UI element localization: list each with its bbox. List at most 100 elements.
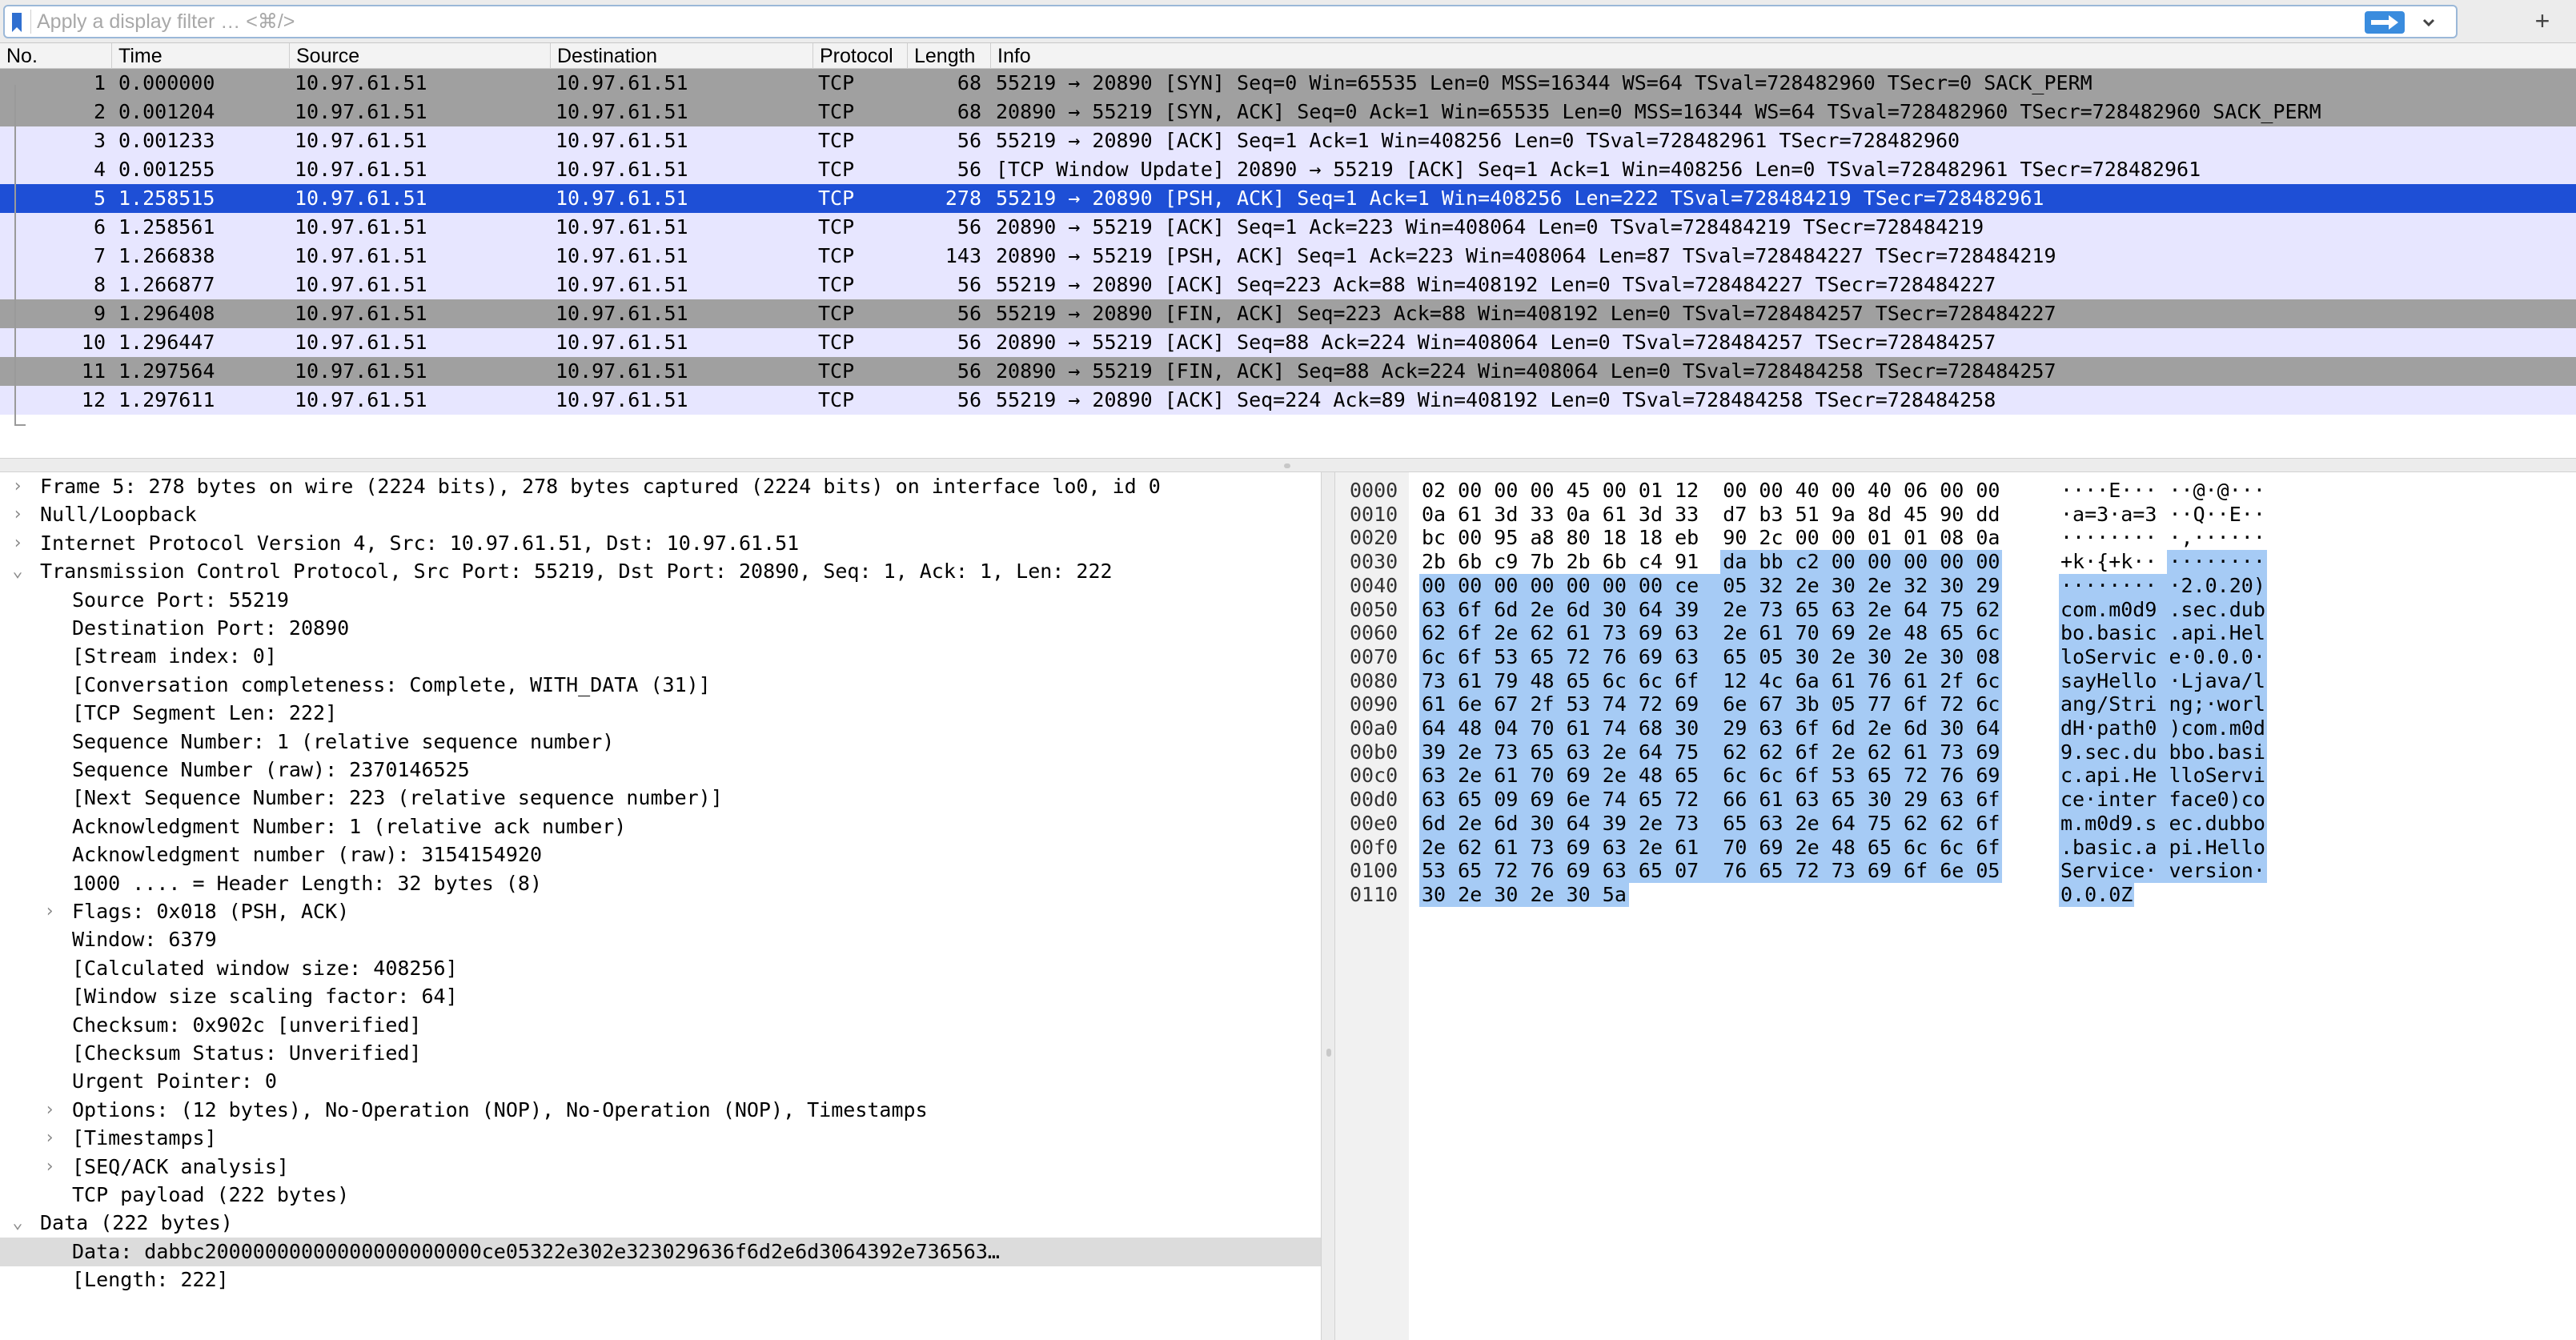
tree-field[interactable]: Data: dabbc20000000000000000000000ce0532…: [0, 1237, 1321, 1266]
tree-field[interactable]: › Options: (12 bytes), No-Operation (NOP)…: [0, 1096, 1321, 1125]
packet-row[interactable]: 9 1.296408 10.97.61.51 10.97.61.51 TCP 56 5521…: [0, 299, 2576, 328]
hex-bytes[interactable]: 61 6e 67 2f 53 74 72 69 6e 67 3b 05 77 6…: [1422, 692, 2000, 716]
ascii-bytes[interactable]: ········ ·,······: [2060, 526, 2265, 550]
apply-filter-button[interactable]: [2365, 11, 2405, 34]
tree-field[interactable]: Acknowledgment Number: 1 (relative ack n…: [0, 812, 1321, 841]
column-header-protocol[interactable]: Protocol: [813, 43, 908, 69]
tree-field[interactable]: [Next Sequence Number: 223 (relative seq…: [0, 784, 1321, 812]
hex-bytes[interactable]: 2b 6b c9 7b 2b 6b c4 91 da bb c2 00 00 0…: [1422, 550, 2000, 574]
packet-row[interactable]: 8 1.266877 10.97.61.51 10.97.61.51 TCP 56 5521…: [0, 271, 2576, 299]
chevron-right-icon[interactable]: ›: [40, 1096, 59, 1125]
packet-row[interactable]: 3 0.001233 10.97.61.51 10.97.61.51 TCP 56 5521…: [0, 126, 2576, 155]
hex-bytes[interactable]: bc 00 95 a8 80 18 18 eb 90 2c 00 00 01 0…: [1422, 526, 2000, 550]
tree-field[interactable]: Sequence Number: 1 (relative sequence nu…: [0, 728, 1321, 756]
chevron-right-icon[interactable]: ›: [40, 897, 59, 926]
ascii-bytes[interactable]: c.api.He lloServi: [2060, 764, 2265, 788]
ascii-bytes[interactable]: 9.sec.du bbo.basi: [2060, 740, 2265, 764]
hex-bytes[interactable]: 63 65 09 69 6e 74 65 72 66 61 63 65 30 2…: [1422, 788, 2000, 812]
tree-section[interactable]: ⌄ Transmission Control Protocol, Src Port…: [0, 557, 1321, 586]
packet-bytes-pane[interactable]: 0000 02 00 00 00 45 00 01 12 00 00 40 00 …: [1335, 472, 2576, 1340]
column-header-no[interactable]: No.: [0, 43, 112, 69]
hex-bytes[interactable]: 02 00 00 00 45 00 01 12 00 00 40 00 40 0…: [1422, 479, 2000, 503]
tree-section[interactable]: ⌄ Data (222 bytes): [0, 1209, 1321, 1238]
tree-field[interactable]: [Calculated window size: 408256]: [0, 954, 1321, 983]
tree-field[interactable]: 1000 .... = Header Length: 32 bytes (8): [0, 869, 1321, 898]
tree-field[interactable]: Urgent Pointer: 0: [0, 1067, 1321, 1096]
tree-field[interactable]: TCP payload (222 bytes): [0, 1181, 1321, 1210]
chevron-down-icon[interactable]: ⌄: [8, 557, 27, 586]
hex-bytes[interactable]: 0a 61 3d 33 0a 61 3d 33 d7 b3 51 9a 8d 4…: [1422, 503, 2000, 527]
ascii-bytes[interactable]: loServic e·0.0.0·: [2060, 645, 2265, 669]
tree-field[interactable]: [Stream index: 0]: [0, 642, 1321, 671]
ascii-bytes[interactable]: +k·{+k·· ········: [2060, 550, 2265, 574]
ascii-bytes[interactable]: Service· version·: [2060, 859, 2265, 883]
tree-field[interactable]: [Conversation completeness: Complete, WI…: [0, 671, 1321, 700]
chevron-right-icon[interactable]: ›: [8, 529, 27, 558]
ascii-bytes[interactable]: com.m0d9 .sec.dub: [2060, 598, 2265, 622]
hex-bytes[interactable]: 30 2e 30 2e 30 5a: [1422, 883, 1627, 907]
hex-bytes[interactable]: 62 6f 2e 62 61 73 69 63 2e 61 70 69 2e 4…: [1422, 621, 2000, 645]
ascii-bytes[interactable]: bo.basic .api.Hel: [2060, 621, 2265, 645]
ascii-bytes[interactable]: dH·path0 )com.m0d: [2060, 716, 2265, 740]
tree-field[interactable]: [Window size scaling factor: 64]: [0, 982, 1321, 1011]
column-header-destination[interactable]: Destination: [551, 43, 813, 69]
packet-details-tree[interactable]: › Frame 5: 278 bytes on wire (2224 bits),…: [0, 472, 1321, 1340]
tree-section[interactable]: › Frame 5: 278 bytes on wire (2224 bits),…: [0, 472, 1321, 501]
tree-field[interactable]: Destination Port: 20890: [0, 614, 1321, 643]
tree-field[interactable]: › Flags: 0x018 (PSH, ACK): [0, 897, 1321, 926]
filter-history-dropdown[interactable]: [2414, 11, 2443, 34]
ascii-bytes[interactable]: ang/Stri ng;·worl: [2060, 692, 2265, 716]
hex-bytes[interactable]: 64 48 04 70 61 74 68 30 29 63 6f 6d 2e 6…: [1422, 716, 2000, 740]
chevron-right-icon[interactable]: ›: [8, 500, 27, 529]
column-header-info[interactable]: Info: [991, 43, 2576, 69]
tree-field[interactable]: Checksum: 0x902c [unverified]: [0, 1011, 1321, 1040]
ascii-bytes[interactable]: 0.0.0Z: [2060, 883, 2133, 907]
ascii-bytes[interactable]: m.m0d9.s ec.dubbo: [2060, 812, 2265, 836]
column-header-length[interactable]: Length: [908, 43, 991, 69]
ascii-bytes[interactable]: ·a=3·a=3 ··Q··E··: [2060, 503, 2265, 527]
tree-field[interactable]: › [SEQ/ACK analysis]: [0, 1153, 1321, 1182]
tree-field[interactable]: [TCP Segment Len: 222]: [0, 699, 1321, 728]
column-header-source[interactable]: Source: [290, 43, 551, 69]
column-header-time[interactable]: Time: [112, 43, 290, 69]
hex-bytes[interactable]: 53 65 72 76 69 63 65 07 76 65 72 73 69 6…: [1422, 859, 2000, 883]
ascii-bytes[interactable]: ········ ·2.0.20): [2060, 574, 2265, 598]
hex-bytes[interactable]: 73 61 79 48 65 6c 6c 6f 12 4c 6a 61 76 6…: [1422, 669, 2000, 693]
add-filter-button[interactable]: +: [2525, 5, 2560, 37]
tree-field[interactable]: [Length: 222]: [0, 1266, 1321, 1294]
packet-list[interactable]: 1 0.000000 10.97.61.51 10.97.61.51 TCP 68 5521…: [0, 69, 2576, 458]
chevron-right-icon[interactable]: ›: [40, 1124, 59, 1153]
ascii-bytes[interactable]: ce·inter face0)co: [2060, 788, 2265, 812]
tree-section[interactable]: › Internet Protocol Version 4, Src: 10.97…: [0, 529, 1321, 558]
hex-bytes[interactable]: 63 2e 61 70 69 2e 48 65 6c 6c 6f 53 65 7…: [1422, 764, 2000, 788]
hex-bytes[interactable]: 2e 62 61 73 69 63 2e 61 70 69 2e 48 65 6…: [1422, 836, 2000, 860]
chevron-down-icon[interactable]: ⌄: [8, 1209, 27, 1238]
display-filter-input[interactable]: [37, 9, 2358, 34]
hex-bytes[interactable]: 39 2e 73 65 63 2e 64 75 62 62 6f 2e 62 6…: [1422, 740, 2000, 764]
tree-field[interactable]: › [Timestamps]: [0, 1124, 1321, 1153]
tree-field[interactable]: Window: 6379: [0, 925, 1321, 954]
tree-field[interactable]: Acknowledgment number (raw): 3154154920: [0, 841, 1321, 869]
ascii-bytes[interactable]: .basic.a pi.Hello: [2060, 836, 2265, 860]
hex-bytes[interactable]: 63 6f 6d 2e 6d 30 64 39 2e 73 65 63 2e 6…: [1422, 598, 2000, 622]
tree-field[interactable]: Sequence Number (raw): 2370146525: [0, 756, 1321, 784]
hex-bytes[interactable]: 00 00 00 00 00 00 00 ce 05 32 2e 30 2e 3…: [1422, 574, 2000, 598]
packet-row[interactable]: 12 1.297611 10.97.61.51 10.97.61.51 TCP 56 552…: [0, 386, 2576, 415]
tree-field[interactable]: Source Port: 55219: [0, 586, 1321, 615]
pane-splitter-vertical[interactable]: [1321, 472, 1335, 1340]
hex-bytes[interactable]: 6d 2e 6d 30 64 39 2e 73 65 63 2e 64 75 6…: [1422, 812, 2000, 836]
tree-section[interactable]: › Null/Loopback: [0, 500, 1321, 529]
packet-row[interactable]: 7 1.266838 10.97.61.51 10.97.61.51 TCP 143 208…: [0, 242, 2576, 271]
packet-row[interactable]: 1 0.000000 10.97.61.51 10.97.61.51 TCP 68 5521…: [0, 69, 2576, 98]
packet-row[interactable]: 6 1.258561 10.97.61.51 10.97.61.51 TCP 56 2089…: [0, 213, 2576, 242]
pane-splitter-horizontal[interactable]: [0, 458, 2576, 472]
packet-row[interactable]: 2 0.001204 10.97.61.51 10.97.61.51 TCP 68 2089…: [0, 98, 2576, 126]
chevron-right-icon[interactable]: ›: [40, 1153, 59, 1182]
chevron-right-icon[interactable]: ›: [8, 472, 27, 501]
packet-row[interactable]: 11 1.297564 10.97.61.51 10.97.61.51 TCP 56 208…: [0, 357, 2576, 386]
hex-bytes[interactable]: 6c 6f 53 65 72 76 69 63 65 05 30 2e 30 2…: [1422, 645, 2000, 669]
tree-field[interactable]: [Checksum Status: Unverified]: [0, 1039, 1321, 1068]
packet-row[interactable]: 4 0.001255 10.97.61.51 10.97.61.51 TCP 56 [TCP…: [0, 155, 2576, 184]
ascii-bytes[interactable]: sayHello ·Ljava/l: [2060, 669, 2265, 693]
packet-row-selected[interactable]: 5 1.258515 10.97.61.51 10.97.61.51 TCP 278 552…: [0, 184, 2576, 213]
